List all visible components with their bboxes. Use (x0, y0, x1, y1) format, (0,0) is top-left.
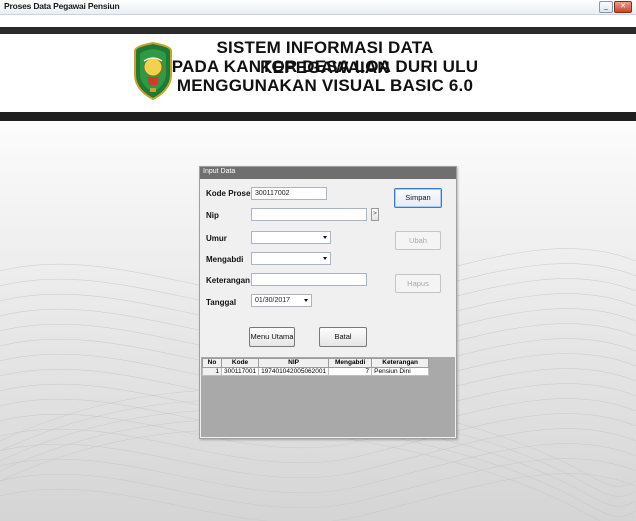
tanggal-label: Tanggal (206, 298, 237, 307)
panel-title: Input Data (203, 168, 236, 175)
application-window: Proses Data Pegawai Pensiun _ ✕ SISTEM I… (0, 0, 636, 521)
nip-label: Nip (206, 211, 219, 220)
grid-cell-nip: 197401042005062001 (258, 367, 330, 376)
grid-cell-keterangan: Pensiun Dini (371, 367, 430, 376)
app-header: SISTEM INFORMASI DATA KEPEGAWAIAN PADA K… (0, 34, 636, 112)
panel-title-bar: Input Data (200, 167, 456, 179)
header-title-line-3: MENGGUNAKAN VISUAL BASIC 6.0 (176, 76, 474, 95)
grid-cell-kode: 300117001 (220, 367, 260, 376)
header-bottom-strip (0, 112, 636, 121)
batal-button[interactable]: Batal (319, 327, 367, 347)
chevron-down-icon (304, 299, 308, 302)
grid-header-mengabdi: Mengabdi (328, 358, 373, 368)
table-row[interactable]: 1 300117001 197401042005062001 7 Pensiun… (202, 367, 430, 376)
tanggal-date-picker[interactable]: 01/30/2017 (251, 294, 312, 307)
data-grid[interactable]: No Kode NIP Mengabdi Keterangan 1 300117… (202, 358, 430, 376)
grid-header-kode: Kode (220, 358, 260, 368)
kode-proses-field[interactable]: 300117002 (251, 187, 327, 200)
nip-field[interactable] (251, 208, 367, 221)
nip-browse-button[interactable]: > (371, 208, 379, 221)
header-top-strip (0, 27, 636, 34)
input-data-panel: Input Data Kode Proses 300117002 Nip > U… (199, 166, 457, 439)
close-button[interactable]: ✕ (614, 1, 632, 13)
keterangan-label: Keterangan (206, 276, 251, 285)
kode-proses-label: Kode Proses (206, 189, 255, 198)
tanggal-value: 01/30/2017 (255, 297, 291, 304)
grid-header-no: No (202, 358, 222, 368)
title-bar: Proses Data Pegawai Pensiun _ ✕ (0, 0, 636, 15)
ubah-button[interactable]: Ubah (395, 231, 441, 250)
grid-header-row: No Kode NIP Mengabdi Keterangan (202, 358, 430, 368)
mengabdi-dropdown[interactable] (251, 252, 331, 265)
window-controls: _ ✕ (599, 1, 632, 13)
chevron-down-icon (323, 257, 327, 260)
umur-label: Umur (206, 234, 227, 243)
grid-header-nip: NIP (258, 358, 330, 368)
header-title-line-2: PADA KANTOR DESA LOA DURI ULU (171, 57, 479, 76)
menu-utama-button[interactable]: Menu Utama (249, 327, 295, 347)
hapus-button[interactable]: Hapus (395, 274, 441, 293)
chevron-down-icon (323, 236, 327, 239)
keterangan-field[interactable] (251, 273, 367, 286)
data-grid-area: No Kode NIP Mengabdi Keterangan 1 300117… (201, 357, 455, 437)
mengabdi-label: Mengabdi (206, 255, 244, 264)
grid-header-keterangan: Keterangan (371, 358, 430, 368)
window-title: Proses Data Pegawai Pensiun (4, 1, 120, 11)
simpan-button[interactable]: Simpan (394, 188, 442, 208)
minimize-button[interactable]: _ (599, 1, 613, 13)
umur-dropdown[interactable] (251, 231, 331, 244)
grid-cell-no: 1 (202, 367, 222, 376)
grid-cell-mengabdi: 7 (328, 367, 373, 376)
